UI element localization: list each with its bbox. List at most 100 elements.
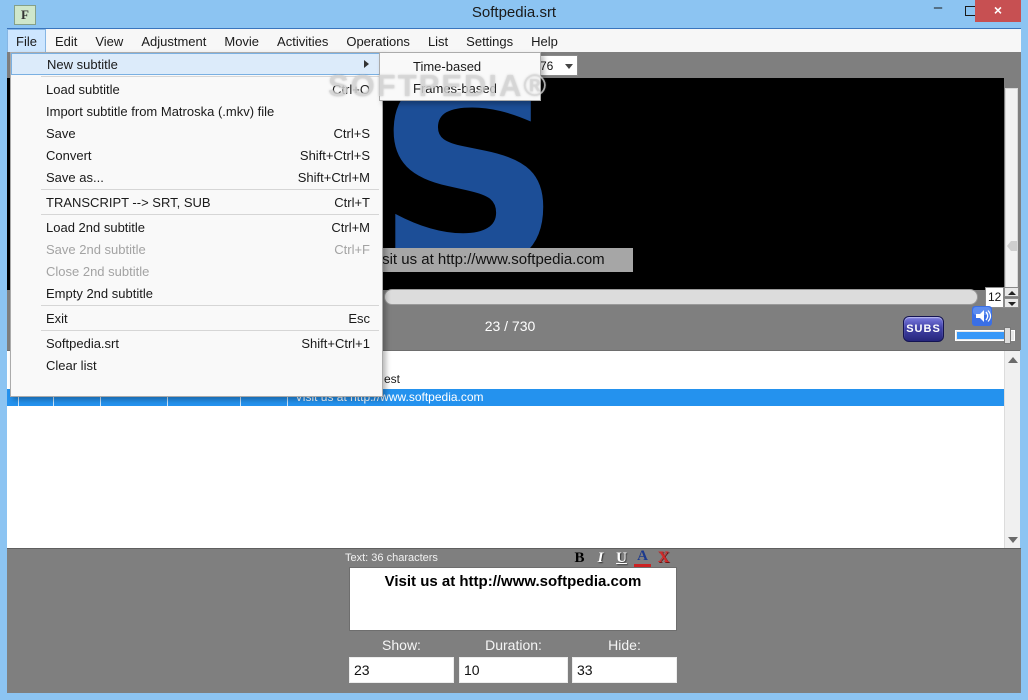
volume-thumb[interactable] <box>1004 327 1011 344</box>
remove-formatting-button[interactable]: X <box>655 549 672 567</box>
menubar-item-activities[interactable]: Activities <box>268 29 337 53</box>
menu-item-label: New subtitle <box>47 56 118 72</box>
scroll-down-icon[interactable] <box>1008 537 1018 543</box>
menu-separator <box>11 188 382 191</box>
bold-button[interactable]: B <box>571 549 588 567</box>
menu-item-label: Import subtitle from Matroska (.mkv) fil… <box>46 103 275 119</box>
video-subtitle-overlay: Visit us at http://www.softpedia.com <box>363 248 633 272</box>
menu-item-close-2nd-subtitle[interactable]: Close 2nd subtitle <box>11 260 382 282</box>
spinner-down-button[interactable] <box>1004 298 1019 308</box>
menu-item-label: Convert <box>46 147 92 163</box>
menu-item-shortcut: Shift+Ctrl+M <box>297 169 370 185</box>
menu-item-transcript-srt-sub[interactable]: TRANSCRIPT --> SRT, SUB Ctrl+T <box>11 191 382 213</box>
menu-item-shortcut: Shift+Ctrl+S <box>299 147 370 163</box>
menu-item-shortcut: Ctrl+O <box>332 81 370 97</box>
show-label: Show: <box>382 637 421 653</box>
menubar-item-settings[interactable]: Settings <box>457 29 522 53</box>
menubar-item-movie[interactable]: Movie <box>215 29 268 53</box>
menubar-item-help[interactable]: Help <box>522 29 567 53</box>
menu-item-label: Load 2nd subtitle <box>46 219 146 235</box>
subtitle-text-editor[interactable]: Visit us at http://www.softpedia.com <box>349 567 677 631</box>
show-field[interactable] <box>349 657 454 683</box>
menu-item-shortcut: Ctrl+M <box>331 219 370 235</box>
menu-item-new-subtitle[interactable]: New subtitle <box>11 53 382 75</box>
menu-separator <box>11 304 382 307</box>
menu-item-shortcut: Ctrl+T <box>334 194 370 210</box>
menu-item-load-2nd-subtitle[interactable]: Load 2nd subtitle Ctrl+M <box>11 216 382 238</box>
menu-item-convert[interactable]: Convert Shift+Ctrl+S <box>11 144 382 166</box>
menubar: File Edit View Adjustment Movie Activities Ope… <box>7 28 1021 53</box>
italic-button[interactable]: I <box>592 549 609 567</box>
close-button[interactable]: × <box>975 0 1021 22</box>
arrow-down-icon <box>1008 302 1016 306</box>
scroll-up-icon[interactable] <box>1008 357 1018 363</box>
volume-slider[interactable] <box>955 327 1015 344</box>
rate-spinner-value[interactable]: 12 <box>985 287 1004 308</box>
menu-item-save-as[interactable]: Save as... Shift+Ctrl+M <box>11 166 382 188</box>
menu-item-label: Save as... <box>46 169 104 185</box>
menu-separator <box>11 329 382 332</box>
menubar-item-adjustment[interactable]: Adjustment <box>132 29 215 53</box>
menu-item-import-subtitle-from-matroska-mkv-file[interactable]: Import subtitle from Matroska (.mkv) fil… <box>11 100 382 122</box>
fps-combobox-value: 76 <box>540 59 554 73</box>
menubar-item-operations[interactable]: Operations <box>337 29 419 53</box>
menu-item-softpedia-srt[interactable]: Softpedia.srt Shift+Ctrl+1 <box>11 332 382 354</box>
menu-item-shortcut: Esc <box>348 310 370 326</box>
video-side-slider-thumb[interactable] <box>1007 241 1017 251</box>
minimize-button[interactable]: – <box>922 0 954 22</box>
arrow-up-icon <box>1008 291 1016 295</box>
volume-fill <box>957 332 1005 339</box>
font-color-button[interactable]: A <box>634 549 651 567</box>
menu-item-shortcut: Shift+Ctrl+1 <box>301 335 370 351</box>
duration-field[interactable] <box>459 657 568 683</box>
menu-item-shortcut: Ctrl+F <box>334 241 370 257</box>
menu-item-label: Empty 2nd subtitle <box>46 285 153 301</box>
titlebar: F Softpedia.srt – × <box>0 0 1028 28</box>
hide-label: Hide: <box>608 637 641 653</box>
menubar-item-list[interactable]: List <box>419 29 457 53</box>
menu-item-label: Clear list <box>46 357 97 373</box>
menubar-item-view[interactable]: View <box>86 29 132 53</box>
app-window: F Softpedia.srt – × File Edit View Adjustme… <box>0 0 1028 700</box>
chevron-down-icon <box>565 64 573 69</box>
menu-separator <box>11 213 382 216</box>
submenu-arrow-icon <box>364 60 369 68</box>
menu-item-save[interactable]: Save Ctrl+S <box>11 122 382 144</box>
window-title: Softpedia.srt <box>471 4 557 21</box>
rate-spinner-buttons <box>1004 287 1019 308</box>
menu-item-label: Close 2nd subtitle <box>46 263 150 279</box>
seek-slider[interactable] <box>384 289 978 305</box>
new-subtitle-submenu: Time-based Frames-based <box>379 52 541 101</box>
submenu-item-time-based[interactable]: Time-based <box>380 55 540 77</box>
menu-item-label: Load subtitle <box>46 81 120 97</box>
menu-separator <box>11 75 382 78</box>
menu-item-label: Softpedia.srt <box>46 335 119 351</box>
list-scrollbar[interactable] <box>1004 351 1020 549</box>
video-side-slider[interactable] <box>1005 88 1018 288</box>
duration-label: Duration: <box>485 637 542 653</box>
char-count-label: Text: 36 characters <box>345 552 438 564</box>
format-toolbar: BIUAX <box>571 549 672 567</box>
menu-item-load-subtitle[interactable]: Load subtitle Ctrl+O <box>11 78 382 100</box>
menubar-item-file[interactable]: File <box>7 29 46 53</box>
hide-field[interactable] <box>572 657 677 683</box>
file-menu: New subtitle Load subtitle Ctrl+O Import su… <box>10 52 383 397</box>
menu-item-label: Exit <box>46 310 68 326</box>
menu-item-empty-2nd-subtitle[interactable]: Empty 2nd subtitle <box>11 282 382 304</box>
editor-panel: Text: 36 characters BIUAX Visit us at ht… <box>7 548 1021 693</box>
menu-item-shortcut: Ctrl+S <box>333 125 370 141</box>
underline-button[interactable]: U <box>613 549 630 567</box>
menu-item-clear-list[interactable]: Clear list <box>11 354 382 376</box>
speaker-icon[interactable] <box>972 306 992 326</box>
list-item-text: est <box>384 372 401 386</box>
subs-button[interactable]: SUBS <box>903 316 944 342</box>
submenu-item-frames-based[interactable]: Frames-based <box>380 77 540 99</box>
spinner-up-button[interactable] <box>1004 287 1019 297</box>
menu-item-exit[interactable]: Exit Esc <box>11 307 382 329</box>
menu-item-label: Save 2nd subtitle <box>46 241 146 257</box>
menubar-item-edit[interactable]: Edit <box>46 29 86 53</box>
menu-item-save-2nd-subtitle[interactable]: Save 2nd subtitle Ctrl+F <box>11 238 382 260</box>
menu-item-label: Save <box>46 125 76 141</box>
menu-item-label: TRANSCRIPT --> SRT, SUB <box>46 194 211 210</box>
subtitle-counter: 23 / 730 <box>484 318 536 334</box>
